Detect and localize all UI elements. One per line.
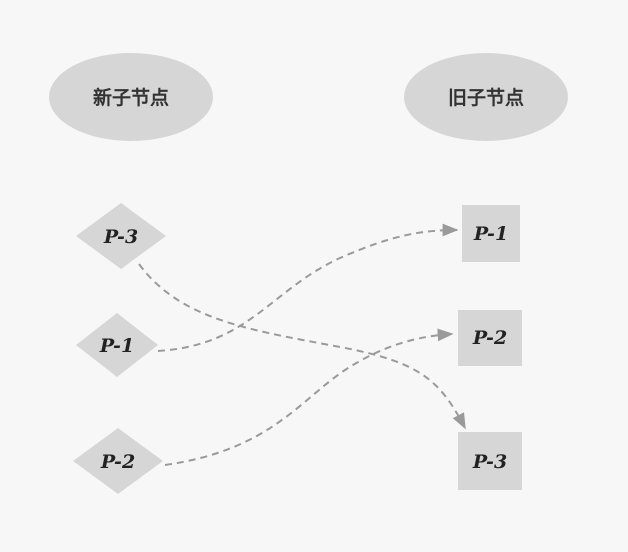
old-node-p1: P-1 xyxy=(462,205,520,262)
new-node-p3: P-3 xyxy=(76,203,166,269)
new-node-p1: P-1 xyxy=(76,313,158,377)
old-node-p2-label: P-2 xyxy=(472,327,507,349)
new-children-header-label: 新子节点 xyxy=(93,86,169,109)
old-node-p3: P-3 xyxy=(458,432,522,490)
connector-p1 xyxy=(157,223,459,352)
new-node-p2-label: P-2 xyxy=(100,451,135,473)
connector-p2 xyxy=(164,328,454,466)
new-children-header: 新子节点 xyxy=(49,53,213,141)
old-children-header-label: 旧子节点 xyxy=(448,87,524,109)
new-node-p2: P-2 xyxy=(73,428,163,494)
old-node-p1-label: P-1 xyxy=(473,223,508,245)
diff-diagram: 新子节点 旧子节点 P-3 P-1 P-2 P-1 P-2 P-3 xyxy=(49,53,568,494)
new-node-p1-label: P-1 xyxy=(99,335,134,357)
old-node-p3-label: P-3 xyxy=(472,451,507,473)
connectors xyxy=(138,223,466,466)
new-node-p3-label: P-3 xyxy=(103,226,138,248)
old-node-p2: P-2 xyxy=(458,310,522,366)
old-children-header: 旧子节点 xyxy=(404,53,568,141)
